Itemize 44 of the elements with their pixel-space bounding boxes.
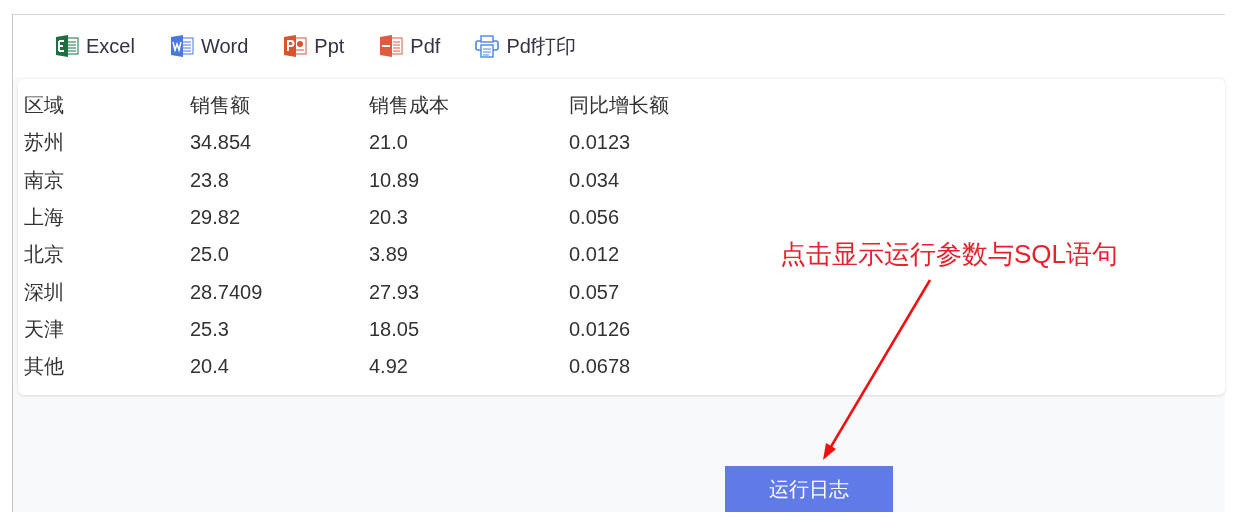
printer-icon (475, 34, 500, 58)
slides-icon (283, 34, 308, 58)
spreadsheet-icon (55, 34, 79, 58)
table-cell: 10.89 (369, 168, 420, 192)
table-cell: 0.0678 (569, 355, 631, 379)
table-cell-text: 苏州 (24, 130, 64, 156)
export-button[interactable]: Excel (55, 30, 135, 62)
run-log-button[interactable]: 运行日志 (725, 466, 893, 512)
table-cell: 34.854 (190, 131, 252, 155)
table-cell: 0.057 (569, 280, 620, 304)
table-cell: 20.3 (369, 206, 408, 230)
table-cell: 23.8 (190, 168, 229, 192)
table-cell: 20.4 (190, 355, 229, 379)
table-cell: 0.0126 (569, 317, 631, 341)
pdf-file-icon (379, 34, 404, 58)
table-cell: 0.0123 (569, 131, 631, 155)
table-cell: 29.82 (190, 206, 241, 230)
export-button[interactable]: Pdf (379, 30, 441, 62)
table-cell: 4.92 (369, 355, 408, 379)
table-cell: 21.0 (369, 131, 408, 155)
export-button[interactable]: Word (169, 30, 249, 62)
table-cell: 18.05 (369, 317, 420, 341)
column-header: 区域 (24, 93, 64, 119)
table-cell: 0.034 (569, 168, 620, 192)
table-cell-text: 其他 (24, 354, 64, 380)
document-icon (169, 34, 194, 58)
table-cell: 25.0 (190, 243, 229, 267)
table-cell: 0.012 (569, 243, 620, 267)
table-cell: 0.056 (569, 206, 620, 230)
table-cell-text: 深圳 (24, 279, 64, 305)
table-cell-text: 南京 (24, 167, 64, 193)
export-button[interactable]: Pdf打印 (475, 28, 577, 64)
annotation-text: 点击显示运行参数与SQL语句 (780, 238, 1119, 271)
table-cell-text: 北京 (24, 242, 64, 268)
table-cell: 3.89 (369, 243, 408, 267)
table-cell: 25.3 (190, 317, 229, 341)
column-header: 销售额 (190, 93, 250, 119)
export-button[interactable]: Ppt (283, 30, 345, 62)
column-header: 同比增长额 (569, 93, 669, 119)
table-cell-text: 天津 (24, 316, 64, 342)
table-cell: 27.93 (369, 280, 420, 304)
table-cell: 28.7409 (190, 280, 263, 304)
table-cell-text: 上海 (24, 205, 64, 231)
column-header: 销售成本 (369, 93, 449, 119)
